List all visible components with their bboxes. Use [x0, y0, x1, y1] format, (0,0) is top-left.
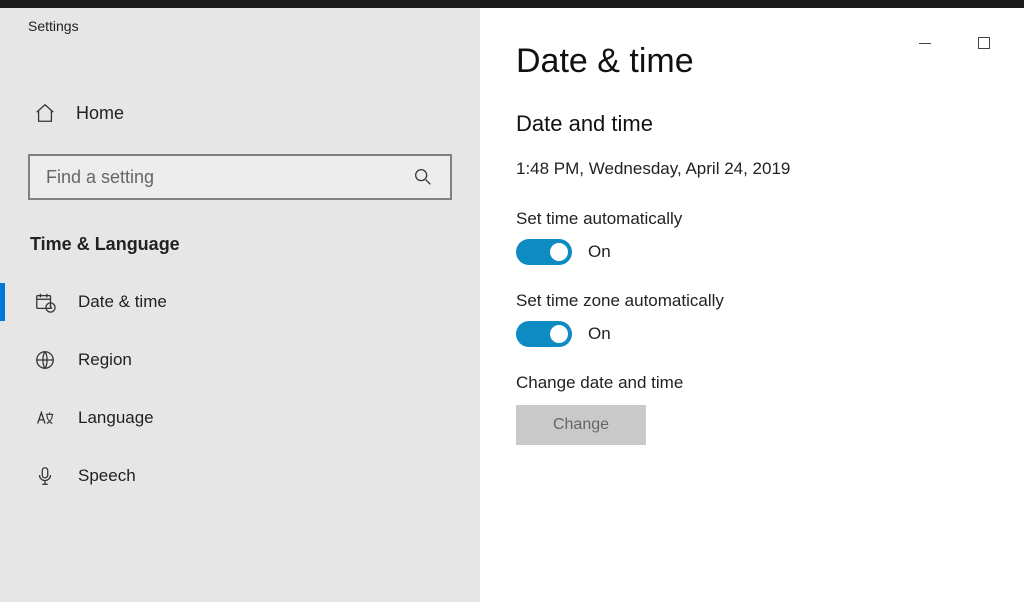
- sidebar-item-region[interactable]: Region: [0, 331, 480, 389]
- set-tz-auto-toggle[interactable]: [516, 321, 572, 347]
- home-label: Home: [76, 103, 124, 124]
- titlebar: Settings: [0, 18, 480, 48]
- set-time-auto-label: Set time automatically: [516, 209, 1024, 229]
- sidebar-item-language[interactable]: Language: [0, 389, 480, 447]
- window-top-border: [0, 0, 1024, 8]
- minimize-button[interactable]: [902, 28, 947, 58]
- current-datetime: 1:48 PM, Wednesday, April 24, 2019: [516, 159, 1024, 179]
- change-button: Change: [516, 405, 646, 445]
- main-content: Date & time Date and time 1:48 PM, Wedne…: [480, 8, 1024, 602]
- microphone-icon: [34, 465, 56, 487]
- home-icon: [34, 102, 56, 124]
- set-tz-auto-state: On: [588, 324, 611, 344]
- set-time-auto-toggle[interactable]: [516, 239, 572, 265]
- sidebar-item-label: Language: [78, 408, 154, 428]
- sidebar-item-label: Date & time: [78, 292, 167, 312]
- set-tz-auto-label: Set time zone automatically: [516, 291, 1024, 311]
- search-icon: [412, 166, 434, 188]
- set-time-auto-state: On: [588, 242, 611, 262]
- home-nav[interactable]: Home: [0, 88, 480, 138]
- sidebar: Settings Home Time & Language: [0, 8, 480, 602]
- language-icon: [34, 407, 56, 429]
- calendar-clock-icon: [34, 291, 56, 313]
- search-input-container[interactable]: [28, 154, 452, 200]
- sidebar-item-label: Speech: [78, 466, 136, 486]
- globe-icon: [34, 349, 56, 371]
- change-datetime-label: Change date and time: [516, 373, 1024, 393]
- sidebar-item-speech[interactable]: Speech: [0, 447, 480, 505]
- section-label: Time & Language: [0, 200, 480, 273]
- nav-list: Date & time Region Language: [0, 273, 480, 505]
- minimize-icon: [919, 43, 931, 44]
- sidebar-item-label: Region: [78, 350, 132, 370]
- app-title: Settings: [0, 18, 79, 34]
- maximize-button[interactable]: [961, 28, 1006, 58]
- sidebar-item-date-time[interactable]: Date & time: [0, 273, 480, 331]
- search-input[interactable]: [46, 167, 412, 188]
- subheading-date-time: Date and time: [516, 111, 1024, 137]
- maximize-icon: [978, 37, 990, 49]
